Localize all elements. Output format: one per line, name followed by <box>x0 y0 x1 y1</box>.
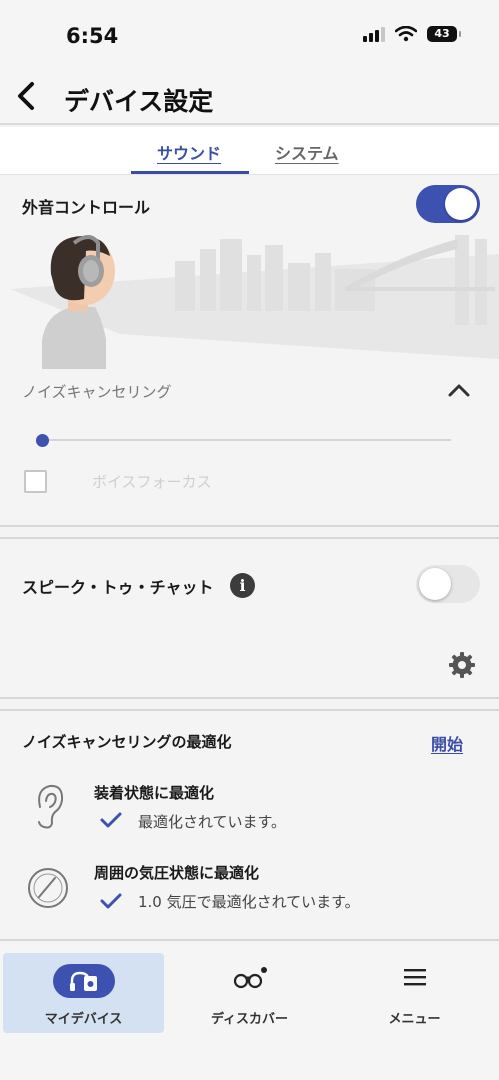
ear-icon <box>38 784 64 829</box>
info-icon[interactable]: i <box>230 573 255 598</box>
fit-optimization-status: 最適化されています。 <box>138 813 287 831</box>
page-title: デバイス設定 <box>64 87 214 116</box>
back-arrow-icon[interactable] <box>8 78 44 114</box>
ambient-level-slider-track <box>42 439 451 441</box>
nav-menu[interactable]: メニュー <box>334 953 495 1033</box>
headphones-device-icon <box>69 971 97 991</box>
pressure-gauge-icon <box>28 868 68 908</box>
tab-system[interactable]: システム <box>275 140 339 164</box>
status-time: 6:54 <box>66 24 119 48</box>
ambient-sound-card: 外音コントロール ノイズキャンセリング ボイスフォーカス <box>0 177 499 527</box>
ambient-sound-toggle[interactable] <box>416 185 480 223</box>
status-icons: 43 <box>363 26 461 42</box>
nav-label-my-device: マイデバイス <box>44 1012 123 1027</box>
pressure-optimization-title: 周囲の気圧状態に最適化 <box>94 864 260 882</box>
pressure-optimization-status: 1.0 気圧で最適化されています。 <box>138 893 360 911</box>
ambient-level-slider-thumb[interactable] <box>36 434 49 447</box>
app-header: デバイス設定 <box>0 70 499 125</box>
speak-to-chat-card: スピーク・トゥ・チャット i <box>0 537 499 699</box>
nav-label-discover: ディスカバー <box>210 1012 289 1027</box>
nc-optimizer-start-link[interactable]: 開始 <box>431 731 463 755</box>
wifi-icon <box>395 26 417 42</box>
tab-bar: サウンド システム <box>0 127 499 175</box>
tab-active-indicator <box>131 171 249 174</box>
gear-icon[interactable] <box>448 651 476 679</box>
speak-to-chat-toggle[interactable] <box>416 565 480 603</box>
nav-label-menu: メニュー <box>388 1012 441 1027</box>
binoculars-icon <box>233 967 267 989</box>
ambient-sound-title: 外音コントロール <box>22 198 151 217</box>
tab-sound[interactable]: サウンド <box>157 140 221 164</box>
check-icon <box>100 812 122 828</box>
fit-optimization-title: 装着状態に最適化 <box>94 784 215 802</box>
battery-icon: 43 <box>427 26 461 42</box>
bottom-nav: マイデバイス ディスカバー メニュー <box>0 943 499 1080</box>
noise-canceling-illustration <box>10 235 499 369</box>
nc-optimizer-title: ノイズキャンセリングの最適化 <box>22 733 232 751</box>
menu-icon <box>403 969 426 986</box>
noise-canceling-label: ノイズキャンセリング <box>22 383 172 401</box>
voice-focus-label: ボイスフォーカス <box>92 473 212 491</box>
cellular-signal-icon <box>363 26 385 42</box>
speak-to-chat-title: スピーク・トゥ・チャット <box>22 578 214 597</box>
nav-discover[interactable]: ディスカバー <box>169 953 330 1033</box>
status-bar: 6:54 43 <box>0 0 499 70</box>
check-icon <box>100 893 122 909</box>
nc-optimizer-card: ノイズキャンセリングの最適化 開始 装着状態に最適化 最適化されています。 周囲… <box>0 709 499 941</box>
chevron-up-icon[interactable] <box>445 377 473 405</box>
voice-focus-checkbox[interactable] <box>24 470 47 493</box>
nav-my-device[interactable]: マイデバイス <box>3 953 164 1033</box>
nav-active-pill <box>52 964 115 998</box>
